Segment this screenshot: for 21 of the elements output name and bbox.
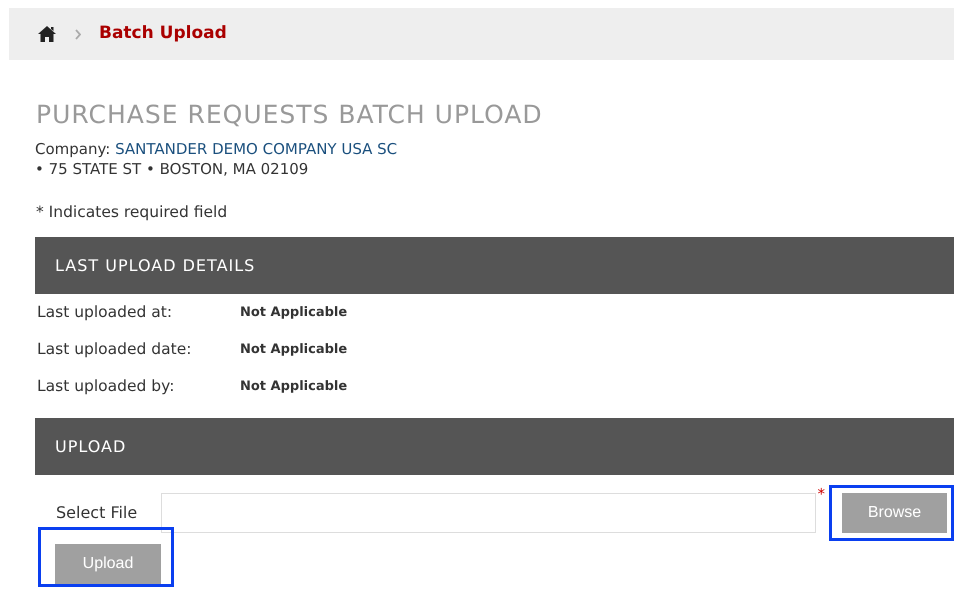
browse-button[interactable]: Browse [842, 493, 947, 534]
page-title: PURCHASE REQUESTS BATCH UPLOAD [36, 100, 544, 130]
field-label: Last uploaded by: [37, 376, 176, 398]
upload-button[interactable]: Upload [55, 544, 161, 584]
company-address: • 75 STATE ST • BOSTON, MA 02109 [35, 160, 310, 179]
field-value: Not Applicable [240, 341, 348, 359]
company-label: Company: [35, 140, 110, 158]
field-label: Last uploaded date: [37, 339, 192, 360]
home-icon[interactable] [37, 25, 57, 43]
section-title: UPLOAD [55, 436, 126, 458]
required-note: * Indicates required field [36, 202, 228, 223]
field-label: Last uploaded at: [37, 302, 174, 324]
select-file-label: Select File [55, 502, 138, 524]
company-name: SANTANDER DEMO COMPANY USA SC [115, 140, 398, 158]
field-value: Not Applicable [240, 304, 348, 322]
required-mark: * [818, 484, 825, 506]
field-value: Not Applicable [240, 378, 348, 396]
file-path-field[interactable] [160, 493, 816, 534]
section-title: LAST UPLOAD DETAILS [55, 254, 256, 277]
chevron-icon [75, 28, 81, 40]
breadcrumb-current: Batch Upload [99, 22, 227, 46]
